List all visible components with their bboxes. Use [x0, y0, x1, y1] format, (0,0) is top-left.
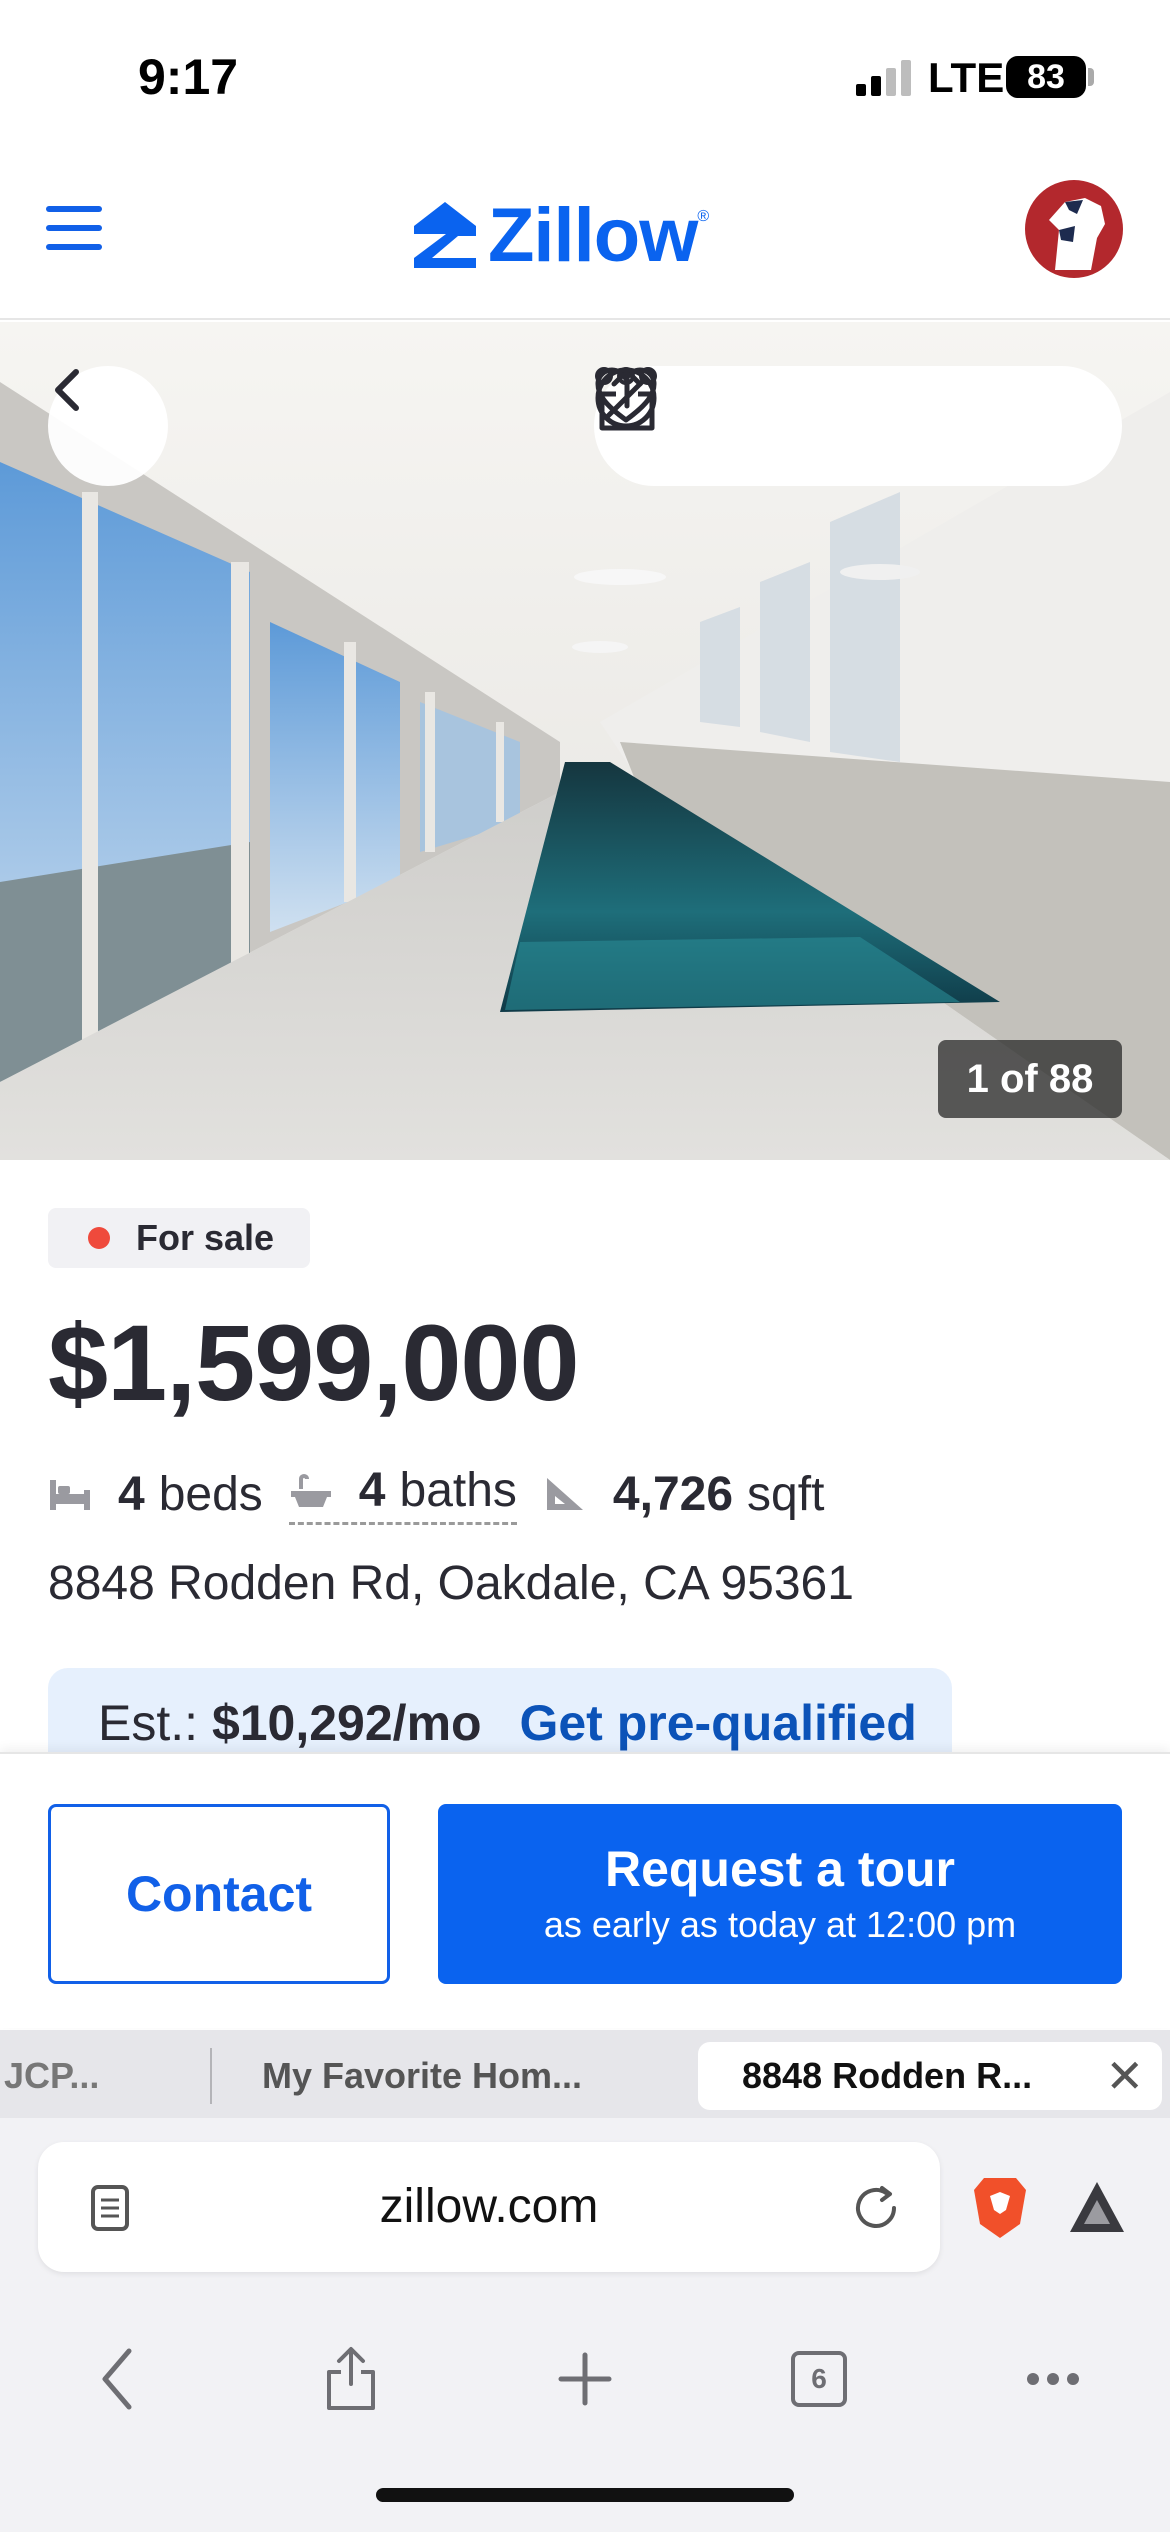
baths-fact[interactable]: 4 baths [288, 1463, 517, 1525]
beds-value: 4 [118, 1467, 145, 1521]
app-header: Zillow ® [0, 150, 1170, 320]
chevron-left-icon [55, 369, 79, 411]
browser-back-button[interactable] [82, 2344, 152, 2414]
brave-rewards-icon[interactable] [1066, 2178, 1128, 2236]
logo-registered-mark: ® [697, 208, 710, 225]
avatar[interactable] [1025, 180, 1123, 278]
estimate-label: Est.: [98, 1695, 199, 1751]
browser-share-button[interactable] [316, 2344, 386, 2414]
request-tour-button[interactable]: Request a tour as early as today at 12:0… [438, 1804, 1122, 1984]
ruler-triangle-icon [546, 1478, 583, 1510]
back-button[interactable] [48, 366, 168, 486]
more-options-button[interactable] [595, 367, 1078, 464]
listing-price: $1,599,000 [48, 1302, 580, 1423]
share-icon [327, 2347, 375, 2410]
url-text: zillow.com [379, 2180, 599, 2233]
sqft-value: 4,726 [612, 1467, 734, 1521]
brave-shield-icon[interactable] [970, 2174, 1030, 2240]
beds-label: beds [158, 1467, 263, 1521]
tab-count: 6 [791, 2351, 847, 2407]
status-badge: For sale [48, 1208, 311, 1268]
bed-icon [50, 1480, 90, 1510]
bathtub-icon [290, 1473, 331, 1507]
contact-button[interactable]: Contact [48, 1804, 390, 1984]
reload-icon[interactable] [850, 2182, 902, 2234]
active-tab-title: 8848 Rodden R... [742, 2055, 1033, 2096]
baths-label: baths [399, 1464, 517, 1517]
battery-icon: 83 [1006, 56, 1086, 98]
more-dots-icon [1027, 2373, 1079, 2385]
chevron-left-icon [102, 2348, 132, 2410]
plus-icon [558, 2352, 612, 2406]
network-type: LTE [928, 54, 1005, 101]
estimate-value: $10,292/mo [211, 1695, 482, 1751]
browser-tab[interactable]: My Favorite Hom... [262, 2042, 622, 2110]
browser-nav-row: 6 [0, 2324, 1170, 2434]
browser-tab[interactable]: JCP... [0, 2042, 200, 2110]
home-indicator[interactable] [376, 2488, 794, 2502]
signal-icon [856, 60, 911, 96]
more-dots-icon [595, 367, 657, 385]
sqft-fact: 4,726 sqft [543, 1467, 825, 1522]
cta-bar: Contact Request a tour as early as today… [0, 1752, 1170, 2028]
browser-toolbar: zillow.com 6 [0, 2118, 1170, 2532]
status-time: 9:17 [138, 49, 239, 105]
browser-tab-strip: JCP... My Favorite Hom... 8848 Rodden R.… [0, 2030, 1170, 2118]
profile-horse-icon [1049, 198, 1105, 270]
status-bar: 9:17 LTE 83 [0, 0, 1170, 150]
hide-listing-button[interactable] [595, 367, 957, 464]
request-tour-label: Request a tour [604, 1841, 956, 1897]
status-label: For sale [136, 1217, 275, 1258]
beds-fact: 4 beds [48, 1467, 263, 1522]
listing-address: 8848 Rodden Rd, Oakdale, CA 95361 [48, 1557, 854, 1610]
zillow-house-icon [414, 202, 476, 268]
logo-text: Zillow [488, 192, 698, 278]
share-button[interactable] [599, 368, 836, 464]
sqft-label: sqft [747, 1467, 825, 1521]
status-dot-icon [88, 1227, 110, 1249]
tab-divider [210, 2048, 212, 2104]
tabs-overview-button[interactable]: 6 [784, 2344, 854, 2414]
listing-photo[interactable]: 1 of 88 [0, 322, 1170, 1160]
address-bar[interactable]: zillow.com [38, 2142, 940, 2272]
listing-actions [594, 366, 1122, 486]
close-tab-icon[interactable]: ✕ [1105, 2042, 1144, 2110]
photo-counter: 1 of 88 [938, 1040, 1122, 1118]
baths-value: 4 [358, 1464, 386, 1517]
get-prequalified-link[interactable]: Get pre-qualified [519, 1695, 916, 1751]
battery-cap [1088, 68, 1094, 86]
listing-facts: 4 beds 4 baths 4,726 sqft [48, 1456, 850, 1532]
menu-icon[interactable] [46, 206, 102, 252]
browser-tab-active[interactable]: 8848 Rodden R... ✕ [698, 2042, 1162, 2110]
zillow-logo[interactable]: Zillow ® [412, 190, 709, 280]
new-tab-button[interactable] [550, 2344, 620, 2414]
request-tour-sublabel: as early as today at 12:00 pm [543, 1904, 1017, 1945]
browser-menu-button[interactable] [1018, 2344, 1088, 2414]
